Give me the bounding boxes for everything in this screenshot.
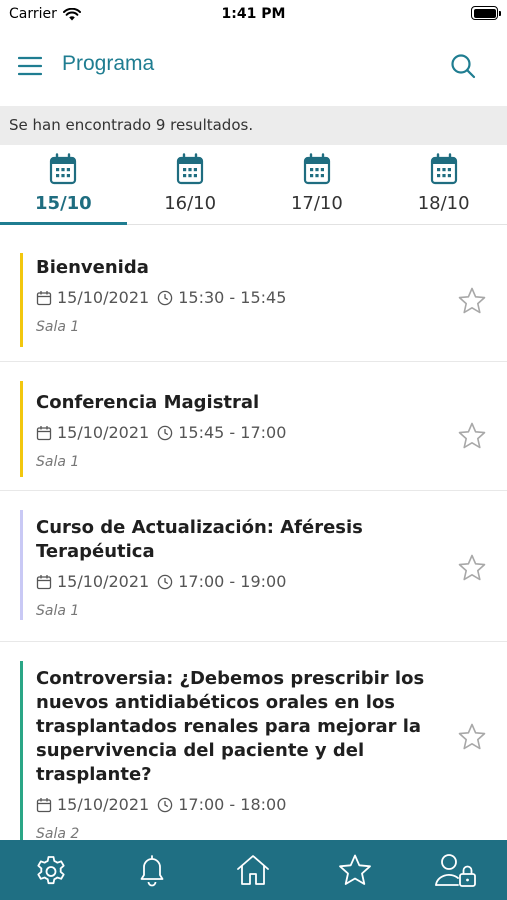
session-time: 17:00 - 18:00 [178, 795, 287, 814]
clock-icon [157, 290, 173, 305]
search-button[interactable] [447, 50, 479, 82]
session-date: 15/10/2021 [57, 288, 150, 307]
calendar-icon [430, 153, 457, 185]
nav-account-button[interactable] [426, 840, 486, 900]
session-item[interactable]: Controversia: ¿Debemos prescribir los nu… [0, 642, 507, 840]
status-time: 1:41 PM [221, 6, 286, 22]
session-date: 15/10/2021 [57, 572, 150, 591]
favorite-star-icon[interactable] [457, 722, 487, 752]
tab-date-label: 15/10 [35, 193, 92, 214]
session-room: Sala 1 [36, 603, 80, 619]
battery-icon [471, 6, 501, 20]
menu-button[interactable] [14, 50, 46, 82]
session-time: 15:30 - 15:45 [178, 288, 287, 307]
clock-icon [157, 574, 173, 589]
bell-icon [140, 855, 164, 887]
status-bar: Carrier 1:41 PM [0, 0, 507, 30]
calendar-small-icon [36, 797, 52, 812]
session-accent-bar [20, 381, 23, 477]
session-item[interactable]: Conferencia Magistral 15/10/2021 15:45 -… [0, 362, 507, 491]
page-title: Programa [62, 52, 155, 75]
session-item[interactable]: Bienvenida 15/10/2021 15:30 - 15:45 Sala… [0, 226, 507, 362]
tab-date-label: 16/10 [164, 193, 217, 214]
calendar-small-icon [36, 574, 52, 589]
session-item[interactable]: Curso de Actualización: Aféresis Terapéu… [0, 491, 507, 642]
session-room: Sala 1 [36, 319, 80, 335]
calendar-icon [177, 153, 204, 185]
hamburger-icon [18, 56, 42, 76]
star-icon [338, 854, 371, 885]
session-room: Sala 1 [36, 454, 80, 470]
nav-home-button[interactable] [223, 840, 283, 900]
tab-date-label: 18/10 [417, 193, 470, 214]
results-count: Se han encontrado 9 resultados. [0, 106, 507, 145]
user-lock-icon [435, 854, 477, 887]
session-date: 15/10/2021 [57, 795, 150, 814]
session-accent-bar [20, 510, 23, 620]
session-date: 15/10/2021 [57, 423, 150, 442]
session-time: 17:00 - 19:00 [178, 572, 287, 591]
session-list: Bienvenida 15/10/2021 15:30 - 15:45 Sala… [0, 226, 507, 840]
tab-date-4[interactable]: 18/10 [380, 145, 507, 224]
calendar-small-icon [36, 425, 52, 440]
nav-favorites-button[interactable] [325, 840, 385, 900]
calendar-icon [303, 153, 330, 185]
nav-settings-button[interactable] [21, 840, 81, 900]
app-header: Programa [0, 30, 507, 106]
date-tabs: 15/10 16/10 17/10 18/10 [0, 145, 507, 225]
session-title: Curso de Actualización: Aféresis Terapéu… [36, 517, 363, 562]
tab-date-3[interactable]: 17/10 [254, 145, 381, 224]
favorite-star-icon[interactable] [457, 286, 487, 316]
tab-date-1[interactable]: 15/10 [0, 145, 127, 225]
clock-icon [157, 425, 173, 440]
gear-icon [37, 856, 65, 885]
nav-notifications-button[interactable] [122, 840, 182, 900]
session-title: Bienvenida [36, 257, 149, 278]
session-time: 15:45 - 17:00 [178, 423, 287, 442]
tab-date-label: 17/10 [290, 193, 343, 214]
search-icon [451, 54, 476, 79]
home-icon [237, 855, 270, 885]
calendar-small-icon [36, 290, 52, 305]
tab-date-2[interactable]: 16/10 [127, 145, 254, 224]
session-room: Sala 2 [36, 826, 80, 840]
session-title: Controversia: ¿Debemos prescribir los nu… [36, 668, 425, 785]
clock-icon [157, 797, 173, 812]
session-accent-bar [20, 661, 23, 840]
favorite-star-icon[interactable] [457, 553, 487, 583]
calendar-icon [50, 153, 77, 185]
bottom-nav [0, 840, 507, 900]
active-tab-indicator [0, 222, 127, 225]
session-title: Conferencia Magistral [36, 392, 260, 413]
favorite-star-icon[interactable] [457, 421, 487, 451]
session-accent-bar [20, 253, 23, 347]
